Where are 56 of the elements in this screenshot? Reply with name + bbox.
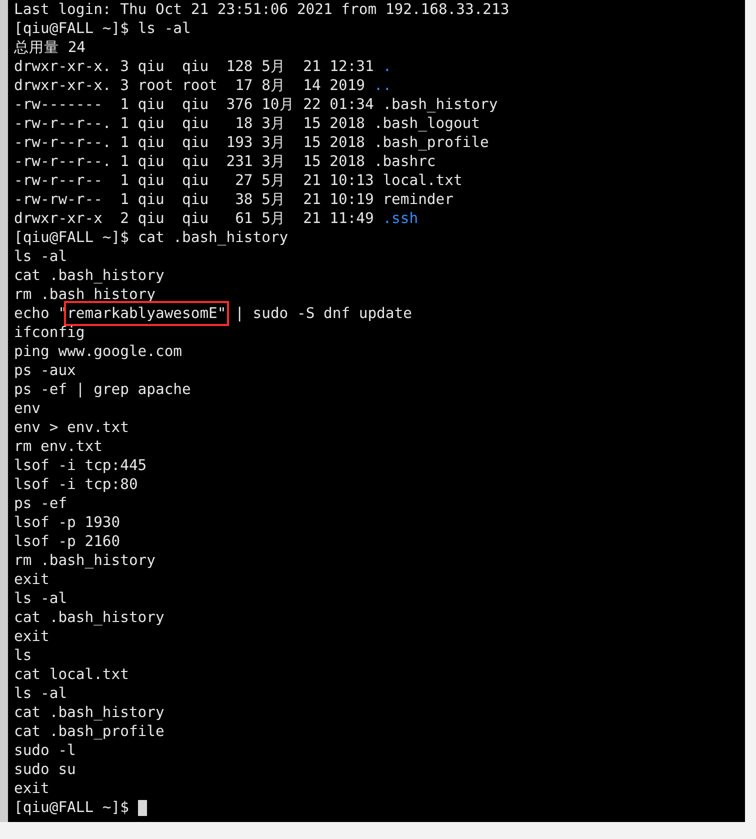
terminal-output: exit [14,779,50,798]
command-text: ls -al [138,19,191,38]
file-details: -rw-r--r--. 1 qiu qiu 193 3月 15 2018 [14,133,366,152]
file-details: -rw-r--r-- 1 qiu qiu 27 5月 21 10:13 [14,171,374,190]
file-name: .. [374,76,392,95]
file-name: .bash_history [382,95,498,114]
shell-prompt: [qiu@FALL ~]$ [14,19,129,38]
file-name: reminder [382,190,454,209]
command-text: | sudo -S dnf update [234,304,412,323]
file-details: drwxr-xr-x. 3 root root 17 8月 14 2019 [14,76,366,95]
terminal-output: sudo su [14,760,76,779]
terminal-output: ps -aux [14,361,76,380]
terminal-output: lsof -p 1930 [14,513,120,532]
terminal-output: env > env.txt [14,418,129,437]
highlight-box: remarkablyawesomE" [67,304,226,323]
terminal-output: sudo -l [14,741,76,760]
file-details: -rw-r--r--. 1 qiu qiu 18 3月 15 2018 [14,114,366,133]
shell-prompt: [qiu@FALL ~]$ [14,228,129,247]
terminal-output: lsof -i tcp:445 [14,456,147,475]
terminal-output: exit [14,570,50,589]
terminal-output: rm .bash_history [14,551,156,570]
terminal-output: rm env.txt [14,437,102,456]
terminal-output: cat local.txt [14,665,129,684]
file-details: -rw------- 1 qiu qiu 376 10月 22 01:34 [14,95,374,114]
file-details: -rw-r--r--. 1 qiu qiu 231 3月 15 2018 [14,152,366,171]
file-name: .bash_profile [374,133,489,152]
terminal-output: lsof -p 2160 [14,532,120,551]
terminal-output: env [14,399,41,418]
command-text: cat .bash_history [138,228,288,247]
terminal-output: lsof -i tcp:80 [14,475,138,494]
terminal-output: cat .bash_history [14,266,164,285]
terminal-output: ps -ef | grep apache [14,380,191,399]
text-cursor [138,800,147,816]
file-details: drwxr-xr-x 2 qiu qiu 61 5月 21 11:49 [14,209,374,228]
terminal-output: cat .bash_history [14,703,164,722]
terminal-output: exit [14,627,50,646]
terminal-output: ps -ef [14,494,68,513]
terminal-output: ls -al [14,247,68,266]
shell-prompt: [qiu@FALL ~]$ [14,798,129,817]
file-name: . [382,57,392,76]
file-name: .ssh [382,209,418,228]
terminal-output: rm .bash_history [14,285,156,304]
terminal-output: ls -al [14,589,68,608]
terminal-output: Last login: Thu Oct 21 23:51:06 2021 from 192.168.33.213 [14,0,510,19]
file-details: drwxr-xr-x. 3 qiu qiu 128 5月 21 12:31 [14,57,374,76]
file-name: .bash_logout [374,114,480,133]
terminal-output: ping www.google.com [14,342,182,361]
terminal-output: cat .bash_history [14,608,164,627]
terminal-output: cat .bash_profile [14,722,164,741]
terminal-output: ifconfig [14,323,85,342]
file-details: -rw-rw-r-- 1 qiu qiu 38 5月 21 10:19 [14,190,374,209]
file-name: .bashrc [374,152,436,171]
terminal-output: 总用量 24 [14,38,86,57]
terminal-output: ls -al [14,684,68,703]
file-name: local.txt [382,171,462,190]
terminal-output: ls [14,646,32,665]
